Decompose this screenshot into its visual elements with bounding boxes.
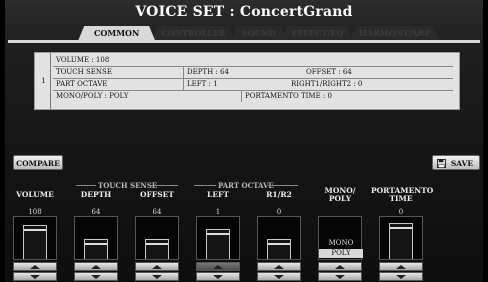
right-bezel <box>483 0 488 282</box>
floppy-disk-icon <box>437 159 446 168</box>
info-part-octave: PART OCTAVE <box>56 80 108 88</box>
left-label: LEFT <box>207 190 229 199</box>
arrow-up-icon <box>91 265 101 269</box>
voice-set-screen: VOICE SET : ConcertGrand COMMON CONTROLL… <box>0 0 488 282</box>
depth-level-bar <box>84 239 108 259</box>
offset-level-bar <box>145 239 169 259</box>
info-left: LEFT : 1 <box>183 79 218 90</box>
arrow-down-icon <box>274 275 284 279</box>
arrow-down-icon <box>91 275 101 279</box>
volume-down-button[interactable] <box>13 272 57 281</box>
info-depth: DEPTH : 64 <box>183 67 229 78</box>
offset-value: 64 <box>152 208 162 216</box>
info-right: RIGHT1/RIGHT2 : 0 <box>291 80 363 88</box>
depth-label: DEPTH <box>80 190 112 199</box>
r1r2-value: 0 <box>276 208 282 216</box>
volume-label: VOLUME <box>16 190 54 199</box>
mono-poly-down-button[interactable] <box>318 272 362 281</box>
offset-label: OFFSET <box>140 190 174 199</box>
part-octave-group-line-left <box>194 185 216 186</box>
info-row-touch: TOUCH SENSE DEPTH : 64 OFFSET : 64 <box>53 67 453 79</box>
r1r2-up-button[interactable] <box>257 262 301 271</box>
tab-harmony-arp[interactable]: HARMONY/ARP <box>349 26 441 41</box>
mono-poly-up-button[interactable] <box>318 262 362 271</box>
arrow-up-icon <box>396 265 406 269</box>
volume-slider[interactable] <box>13 216 57 260</box>
compare-button[interactable]: COMPARE <box>13 155 63 170</box>
left-value: 1 <box>215 208 221 216</box>
depth-down-button[interactable] <box>74 272 118 281</box>
arrow-down-icon <box>396 275 406 279</box>
tab-common[interactable]: COMMON <box>78 26 156 41</box>
touch-sense-group-label: TOUCH SENSE <box>98 181 158 190</box>
mono-poly-label: MONO/ POLY <box>324 186 356 203</box>
offset-slider[interactable] <box>135 216 179 260</box>
info-row-volume: VOLUME : 108 <box>53 55 453 67</box>
save-label: SAVE <box>450 159 474 168</box>
window-title: VOICE SET : ConcertGrand <box>135 4 353 20</box>
portamento-value: 0 <box>398 208 404 216</box>
r1r2-label: R1/R2 <box>266 190 292 199</box>
r1r2-down-button[interactable] <box>257 272 301 281</box>
left-bezel <box>0 0 5 282</box>
touch-sense-group-line-right <box>150 185 178 186</box>
tab-effect-eq[interactable]: EFFECT/EQ <box>281 26 354 41</box>
offset-down-button[interactable] <box>135 272 179 281</box>
tab-sound[interactable]: SOUND <box>231 26 286 41</box>
left-level-bar <box>206 229 230 259</box>
volume-value: 108 <box>28 208 42 216</box>
mono-option[interactable]: MONO <box>319 239 363 248</box>
mono-poly-selector[interactable]: MONO POLY <box>318 216 363 260</box>
left-up-button[interactable] <box>196 262 240 271</box>
left-down-button[interactable] <box>196 272 240 281</box>
portamento-down-button[interactable] <box>379 272 423 281</box>
r1r2-level-bar <box>267 239 291 259</box>
offset-up-button[interactable] <box>135 262 179 271</box>
part-octave-group-line-right <box>268 185 298 186</box>
info-mono-poly: MONO/POLY : POLY <box>56 92 129 100</box>
volume-level-bar <box>23 225 47 259</box>
depth-value: 64 <box>91 208 101 216</box>
tab-bar: COMMON CONTROLLER SOUND EFFECT/EQ HARMON… <box>78 26 441 41</box>
arrow-down-icon <box>335 275 345 279</box>
portamento-slider[interactable] <box>379 216 423 260</box>
arrow-up-icon <box>152 265 162 269</box>
arrow-down-icon <box>213 275 223 279</box>
info-volume: VOLUME : 108 <box>56 56 110 64</box>
r1r2-slider[interactable] <box>257 216 301 260</box>
info-number: 1 <box>37 53 51 109</box>
info-panel: 1 VOLUME : 108 TOUCH SENSE DEPTH : 64 OF… <box>34 52 460 110</box>
arrow-down-icon <box>152 275 162 279</box>
portamento-level-bar <box>389 223 413 259</box>
volume-up-button[interactable] <box>13 262 57 271</box>
portamento-label: PORTAMENTO TIME <box>371 186 434 203</box>
info-row-octave: PART OCTAVE LEFT : 1 RIGHT1/RIGHT2 : 0 <box>53 79 453 91</box>
save-button[interactable]: SAVE <box>432 155 480 170</box>
part-octave-group-label: PART OCTAVE <box>218 181 274 190</box>
portamento-up-button[interactable] <box>379 262 423 271</box>
info-portamento: PORTAMENTO TIME : 0 <box>241 91 332 102</box>
depth-up-button[interactable] <box>74 262 118 271</box>
arrow-up-icon <box>30 265 40 269</box>
tab-controller[interactable]: CONTROLLER <box>151 26 236 41</box>
depth-slider[interactable] <box>74 216 118 260</box>
arrow-up-icon <box>274 265 284 269</box>
left-slider[interactable] <box>196 216 240 260</box>
arrow-up-icon <box>335 265 345 269</box>
arrow-up-icon <box>213 265 223 269</box>
poly-option[interactable]: POLY <box>319 249 363 258</box>
info-row-mono: MONO/POLY : POLY PORTAMENTO TIME : 0 <box>53 91 453 102</box>
info-offset: OFFSET : 64 <box>306 68 352 76</box>
touch-sense-group-line-left <box>76 185 96 186</box>
info-touch-sense: TOUCH SENSE <box>56 68 112 76</box>
arrow-down-icon <box>30 275 40 279</box>
